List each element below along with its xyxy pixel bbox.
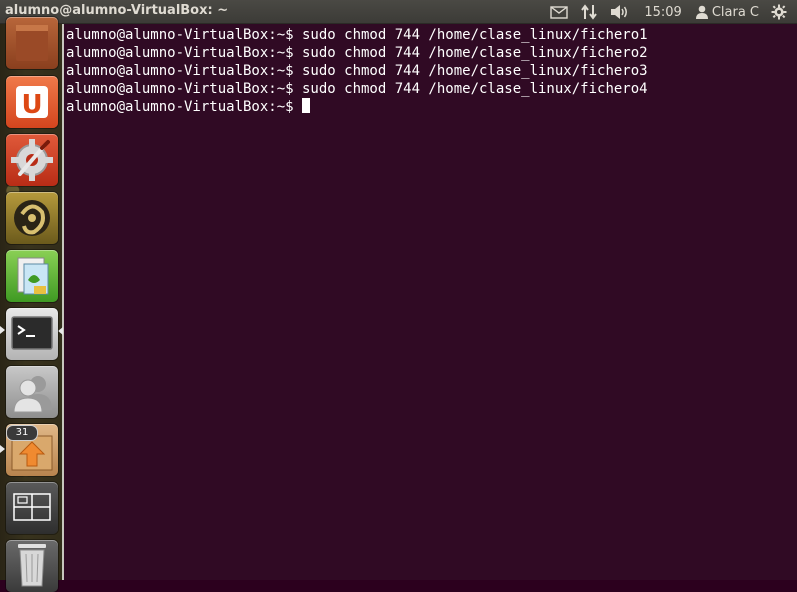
indicator-area: 15:09 Clara C <box>544 0 793 24</box>
launcher-item-contacts[interactable] <box>6 366 58 418</box>
launcher-item-terminal[interactable] <box>6 308 58 360</box>
window-title: alumno@alumno-VirtualBox: ~ <box>5 3 229 18</box>
settings-gear-icon[interactable] <box>765 0 793 24</box>
launcher-item-workspace-switcher[interactable] <box>6 482 58 534</box>
svg-text:U: U <box>21 90 42 120</box>
shopping-bag-icon <box>16 25 48 61</box>
sound-icon[interactable] <box>604 0 636 24</box>
mail-icon[interactable] <box>544 0 574 24</box>
trash-icon <box>18 544 46 587</box>
launcher-item-gimp[interactable] <box>6 192 58 244</box>
contacts-icon <box>13 376 52 413</box>
terminal-line-3: alumno@alumno-VirtualBox:~$ sudo chmod 7… <box>66 63 648 79</box>
terminal-line-1: alumno@alumno-VirtualBox:~$ sudo chmod 7… <box>66 27 648 43</box>
updater-count-badge: 31 <box>6 425 38 441</box>
terminal-icon <box>11 316 53 350</box>
terminal-line-2: alumno@alumno-VirtualBox:~$ sudo chmod 7… <box>66 45 648 61</box>
user-menu[interactable]: Clara C <box>690 5 765 20</box>
workspace-switcher-icon <box>13 493 51 521</box>
launcher-item-ubuntu-one[interactable]: U <box>6 76 58 128</box>
terminal-window[interactable]: alumno@alumno-VirtualBox:~$ sudo chmod 7… <box>64 24 797 580</box>
ubuntu-one-icon: U <box>16 86 48 120</box>
system-settings-icon <box>11 139 53 181</box>
terminal-cursor <box>302 98 311 113</box>
launcher-item-libreoffice[interactable] <box>6 250 58 302</box>
launcher-item-trash[interactable] <box>6 540 58 592</box>
top-panel: alumno@alumno-VirtualBox: ~ 15:09 Clara … <box>0 0 797 24</box>
network-icon[interactable] <box>574 0 604 24</box>
clock[interactable]: 15:09 <box>636 0 689 24</box>
terminal-line-4: alumno@alumno-VirtualBox:~$ sudo chmod 7… <box>66 81 648 97</box>
launcher-focus-indicator <box>58 327 63 335</box>
launcher-running-indicator <box>0 326 5 334</box>
launcher-item-shopping[interactable] <box>6 17 58 69</box>
user-name: Clara C <box>711 4 759 20</box>
launcher-running-indicator-updater <box>0 445 5 453</box>
gimp-icon <box>14 200 50 236</box>
user-icon <box>695 5 708 19</box>
libreoffice-icon <box>17 257 49 295</box>
terminal-prompt: alumno@alumno-VirtualBox:~$ <box>66 99 303 115</box>
launcher-item-system-settings[interactable] <box>6 134 58 186</box>
terminal-prompt-line[interactable]: alumno@alumno-VirtualBox:~$ <box>66 98 797 116</box>
